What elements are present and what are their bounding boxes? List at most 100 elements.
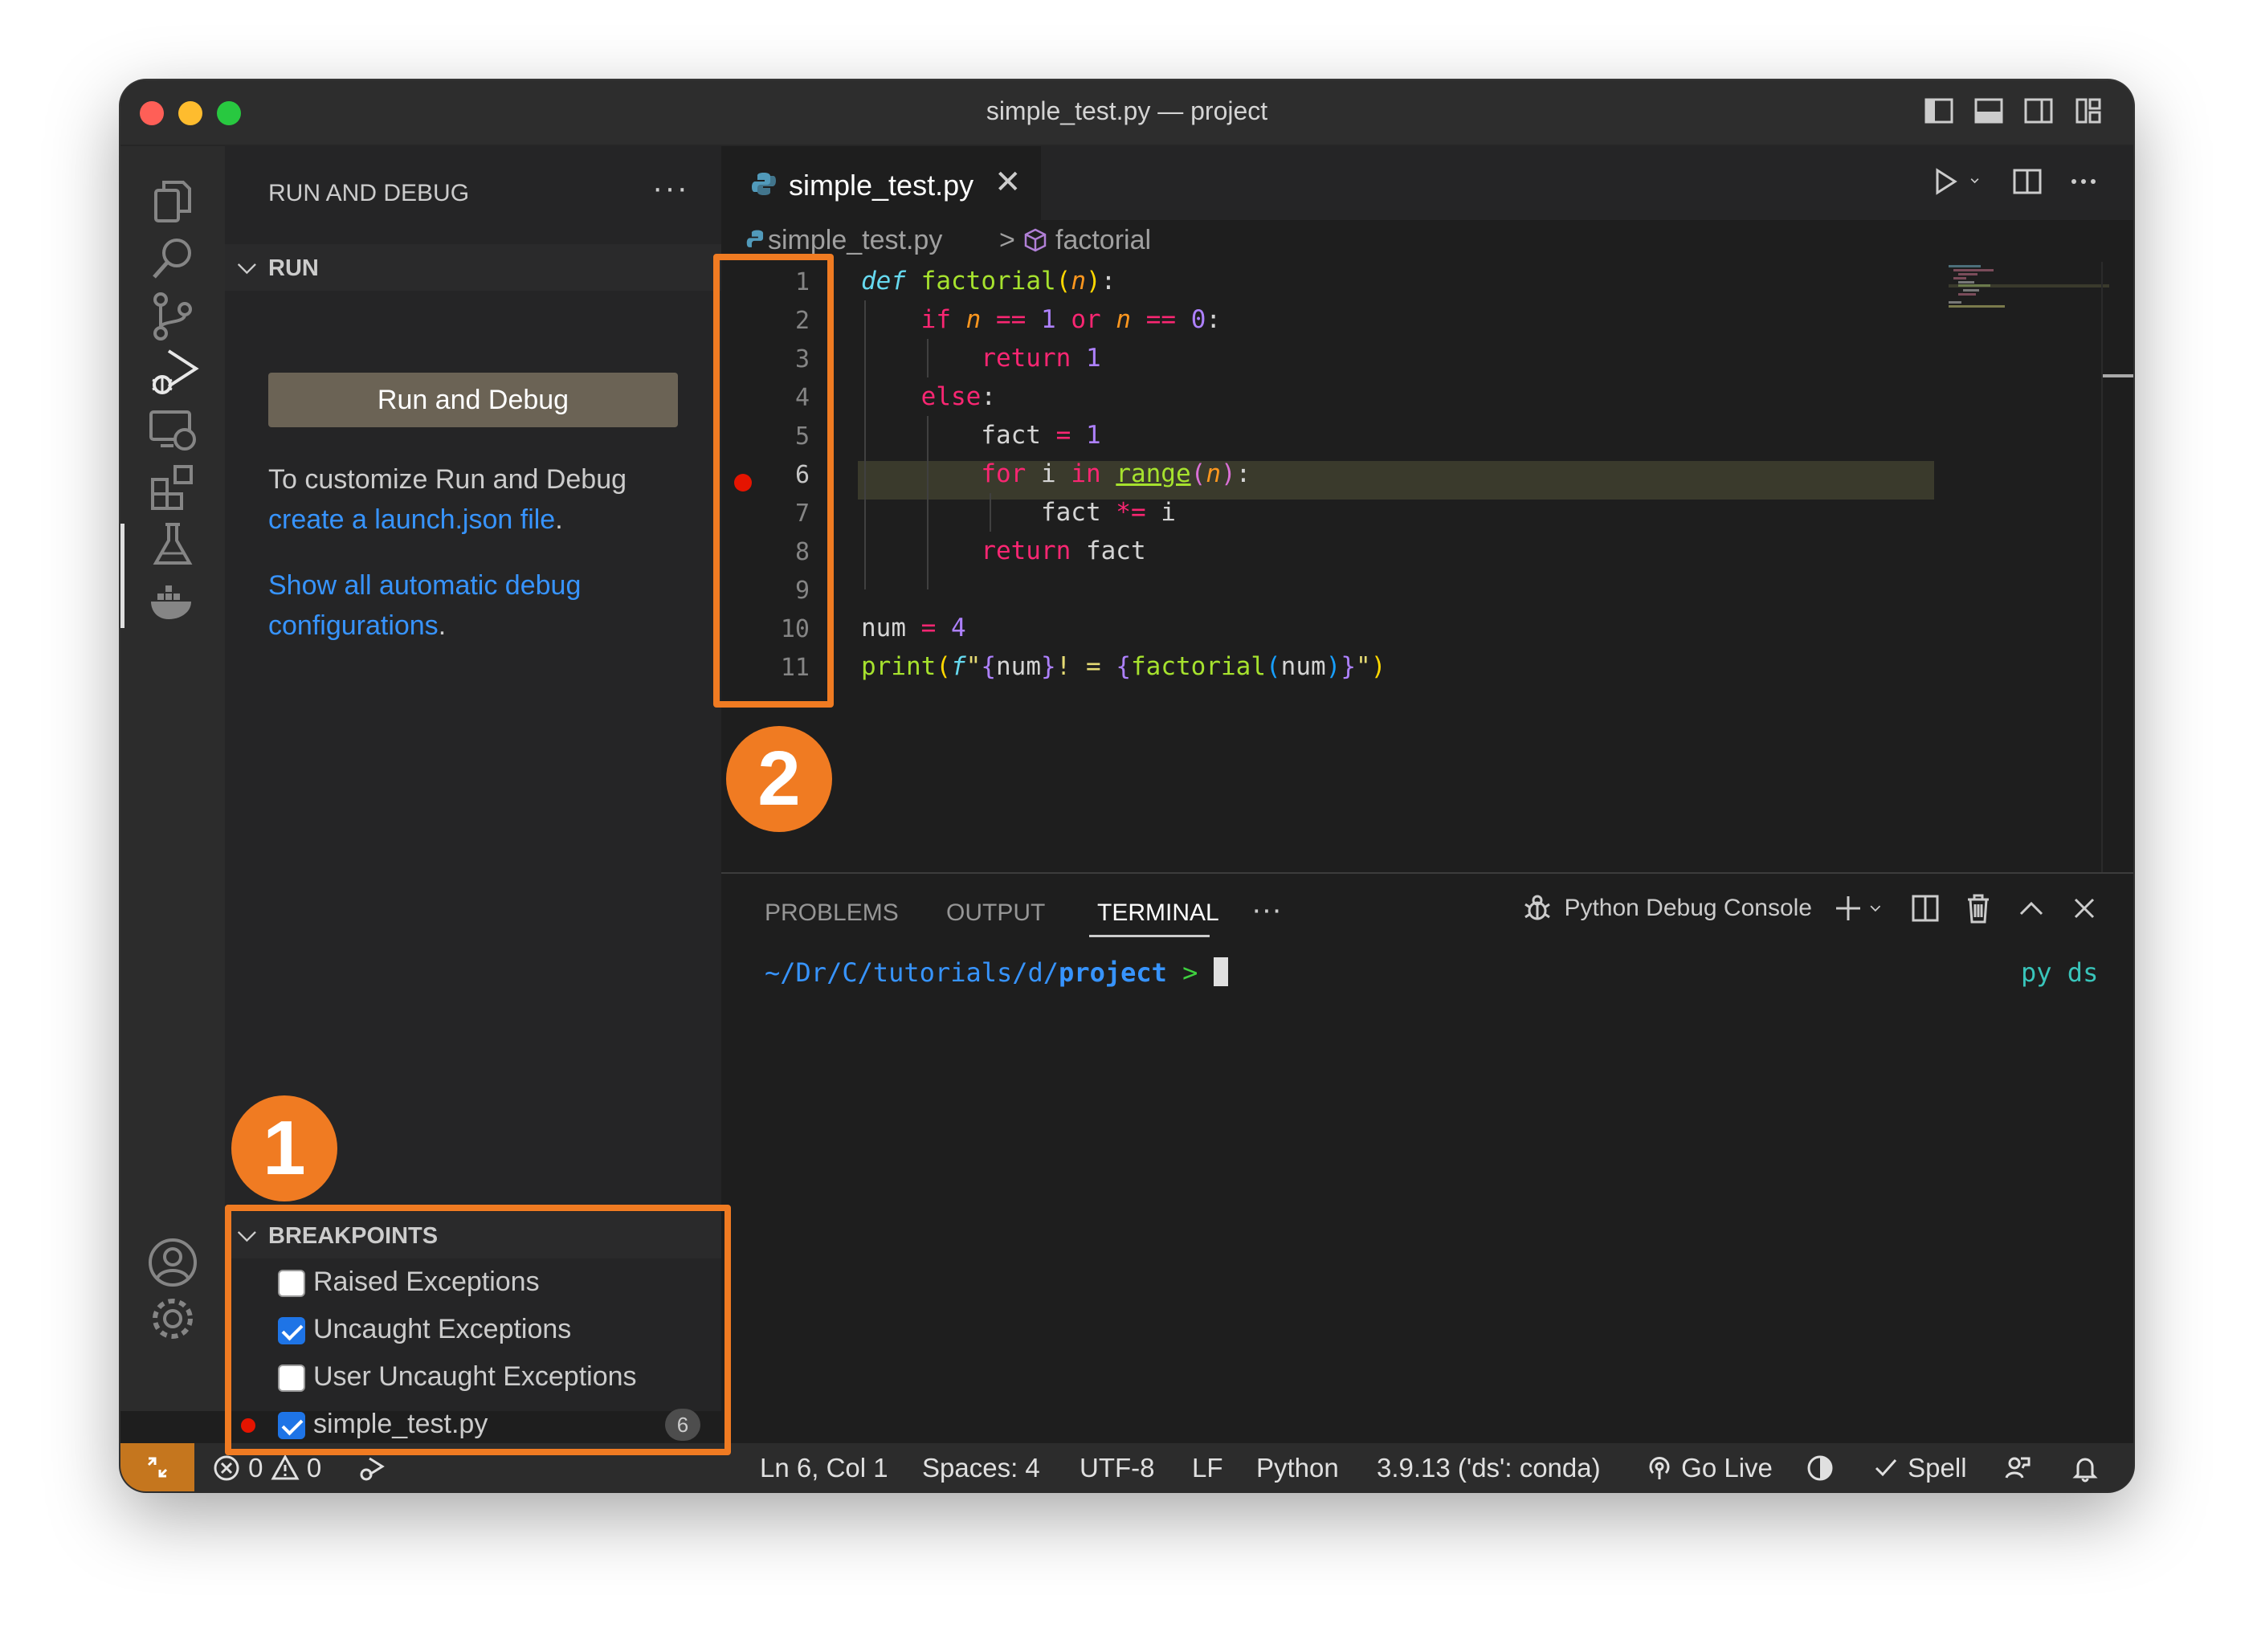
prompt-symbol: > [1182, 957, 1198, 988]
code-editor[interactable]: 1 2 3 4 5 6 7 8 9 10 11 def factorial(n)… [721, 262, 2133, 872]
breadcrumb-file[interactable]: simple_test.py [768, 225, 942, 256]
feedback-button[interactable] [2003, 1453, 2032, 1483]
code-line: def factorial(n): [861, 267, 1116, 296]
annotation-badge-2: 2 [726, 726, 832, 832]
run-debug-icon [360, 1457, 385, 1481]
title-bar: simple_test.py — project [120, 80, 2133, 146]
run-and-debug-button[interactable]: Run and Debug [268, 373, 678, 427]
close-icon[interactable]: ✕ [994, 164, 1022, 201]
tab-simple-test[interactable]: simple_test.py ✕ [721, 146, 1041, 220]
source-control-icon[interactable] [141, 284, 205, 349]
scrollbar-cursor-marker [2103, 374, 2133, 377]
indentation[interactable]: Spaces: 4 [922, 1453, 1040, 1483]
account-icon[interactable] [141, 1230, 205, 1295]
prompt-directory: project [1059, 957, 1167, 988]
split-editor-icon[interactable] [2010, 164, 2045, 199]
error-count: 0 [248, 1453, 263, 1483]
code-line: else: [920, 382, 996, 411]
activity-bar [120, 146, 225, 1411]
warning-count: 0 [306, 1453, 322, 1483]
cursor-position[interactable]: Ln 6, Col 1 [760, 1453, 888, 1483]
prompt-path: ~/Dr/C/tutorials/d/ [765, 957, 1059, 988]
tab-problems[interactable]: PROBLEMS [765, 899, 899, 927]
run-icon[interactable] [1928, 164, 1963, 199]
python-file-icon [746, 230, 764, 247]
problems-status[interactable]: 0 0 [212, 1453, 321, 1483]
code-line: print(f"{num}! = {factorial(num)}") [861, 652, 1386, 681]
create-launch-json-link[interactable]: create a launch.json file [268, 504, 555, 535]
run-section-header[interactable]: ⌵ RUN [225, 244, 721, 291]
more-actions-icon[interactable] [2066, 164, 2101, 199]
spell-label: Spell [1908, 1453, 1967, 1483]
split-terminal-icon[interactable] [1908, 891, 1942, 925]
breadcrumb: simple_test.py > factorial [721, 220, 2133, 262]
symbol-method-icon [1024, 228, 1047, 252]
customize-tail: . [555, 504, 563, 535]
editor-scrollbar[interactable] [2101, 262, 2133, 872]
end-of-line[interactable]: LF [1192, 1453, 1223, 1483]
broadcast-icon [1649, 1457, 1670, 1479]
panel-more-actions[interactable]: ··· [1251, 893, 1282, 928]
bottom-panel: PROBLEMS OUTPUT TERMINAL ··· Python Debu… [721, 872, 2133, 1411]
terminal-prompt[interactable]: ~/Dr/C/tutorials/d/project > [765, 957, 1228, 988]
panel-actions: Python Debug Console [1520, 891, 2101, 925]
layout-controls [1923, 95, 2104, 127]
search-icon[interactable] [141, 226, 205, 291]
spell-check[interactable]: Spell [1871, 1453, 1967, 1483]
show-all-configurations-link[interactable]: Show all automatic debug configurations [268, 570, 581, 641]
chevron-down-icon[interactable] [1870, 891, 1889, 925]
code-line: for i in range(n): [981, 459, 1251, 488]
breadcrumb-separator: > [999, 225, 1015, 255]
explorer-icon[interactable] [141, 170, 205, 235]
vscode-window: simple_test.py — project RUN AND DEBUG ·… [120, 80, 2133, 1491]
notifications-button[interactable] [2071, 1453, 2100, 1483]
code-line: fact = 1 [861, 421, 1101, 450]
breadcrumb-symbol[interactable]: factorial [1055, 225, 1151, 256]
contrast-icon [1807, 1455, 1833, 1481]
terminal-name[interactable]: Python Debug Console [1564, 895, 1812, 922]
check-icon [1875, 1459, 1897, 1477]
go-live-button[interactable]: Go Live [1645, 1453, 1773, 1483]
window-title: simple_test.py — project [986, 96, 1268, 125]
error-icon [214, 1455, 239, 1481]
code-line: return fact [981, 536, 1146, 565]
debug-status[interactable] [357, 1453, 386, 1483]
show-all-tail: . [438, 610, 447, 641]
toggle-panel-icon[interactable] [1973, 95, 2005, 127]
chevron-down-icon[interactable] [1969, 164, 1989, 199]
theme-toggle[interactable] [1806, 1453, 1835, 1483]
code-line: num = 4 [861, 614, 966, 642]
customize-hint: To customize Run and Debug create a laun… [268, 459, 694, 540]
customize-text: To customize Run and Debug [268, 464, 627, 495]
docker-icon[interactable] [141, 569, 205, 633]
chevron-up-icon[interactable] [2014, 891, 2048, 925]
line-number-highlight-box [713, 254, 834, 708]
tab-output[interactable]: OUTPUT [946, 899, 1045, 927]
code-line: if n == 1 or n == 0: [920, 305, 1222, 334]
sidebar-more-actions[interactable]: ··· [652, 170, 689, 206]
remote-indicator[interactable] [120, 1443, 194, 1491]
trash-icon[interactable] [1961, 891, 1995, 925]
run-debug-icon[interactable] [141, 341, 205, 405]
close-icon[interactable] [2067, 891, 2101, 925]
breakpoints-highlight-box [225, 1205, 731, 1455]
active-tab-underline [1089, 935, 1210, 937]
code-line: return 1 [981, 344, 1101, 373]
testing-icon[interactable] [141, 512, 205, 577]
minimap[interactable] [1949, 265, 2109, 313]
sidebar-title: RUN AND DEBUG [268, 180, 470, 206]
customize-layout-icon[interactable] [2072, 95, 2104, 127]
remote-icon [147, 1457, 168, 1478]
toggle-primary-sidebar-icon[interactable] [1923, 95, 1955, 127]
language-mode[interactable]: Python [1256, 1453, 1339, 1483]
extensions-icon[interactable] [141, 456, 205, 520]
bug-icon [1524, 895, 1551, 920]
settings-gear-icon[interactable] [141, 1287, 205, 1351]
python-interpreter[interactable]: 3.9.13 ('ds': conda) [1377, 1453, 1601, 1483]
encoding[interactable]: UTF-8 [1080, 1453, 1155, 1483]
editor-tab-bar: simple_test.py ✕ [721, 146, 2133, 220]
tab-terminal[interactable]: TERMINAL [1097, 899, 1219, 927]
remote-explorer-icon[interactable] [141, 398, 205, 463]
toggle-secondary-sidebar-icon[interactable] [2022, 95, 2055, 127]
plus-icon[interactable] [1831, 891, 1865, 925]
